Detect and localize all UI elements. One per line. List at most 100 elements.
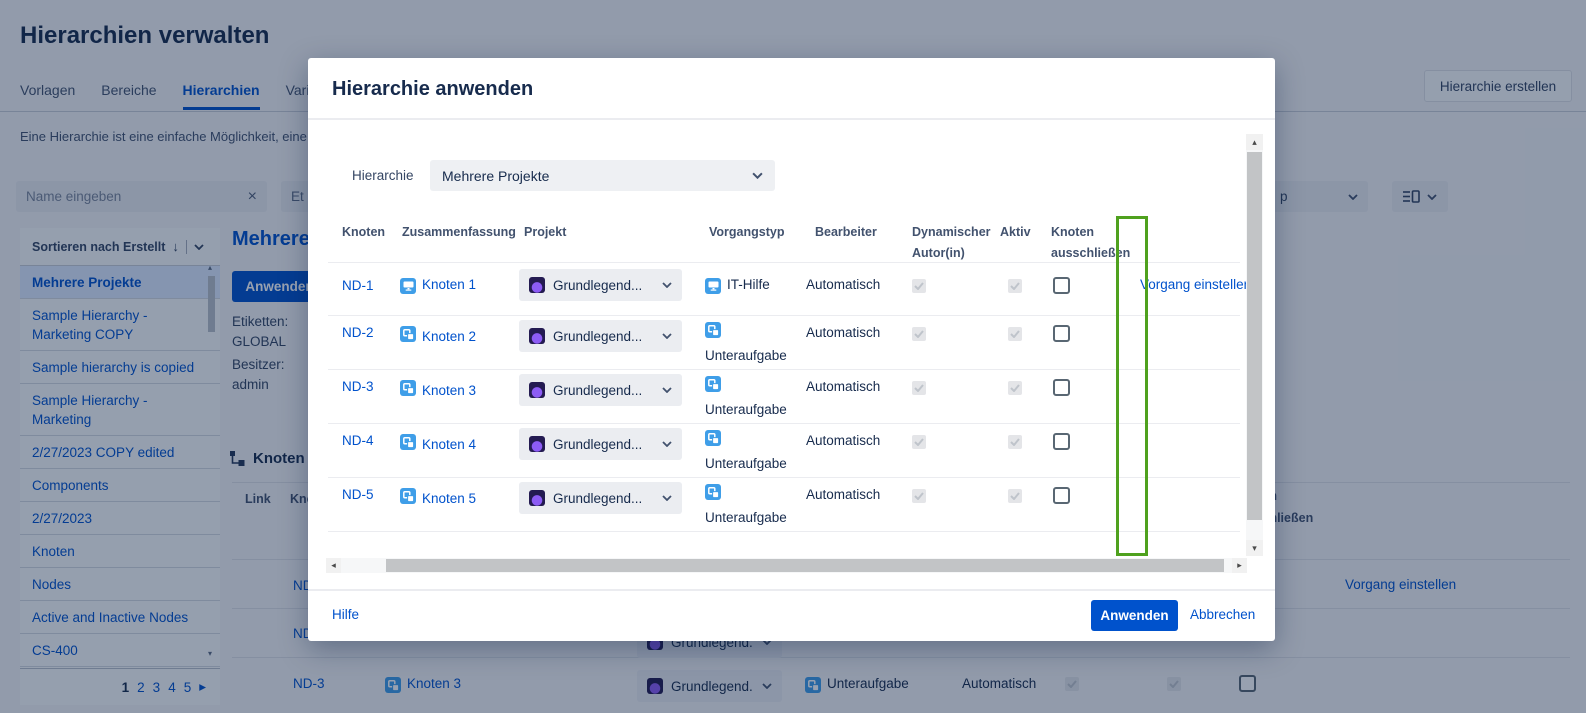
project-avatar [529,436,545,452]
issue-key-link[interactable]: ND-3 [342,379,374,394]
row-divider [328,315,1240,316]
summary-link[interactable]: Knoten 5 [422,487,480,511]
scroll-right-icon[interactable]: ▸ [1232,558,1247,573]
chevron-down-icon [662,333,672,339]
col-knoten-ausschliessen: Knoten ausschließen [1051,222,1137,264]
assignee-value: Automatisch [806,487,880,502]
it-help-icon [400,278,416,294]
summary-link[interactable]: Knoten 1 [422,277,476,292]
active-checkbox [1008,435,1022,449]
assignee-value: Automatisch [806,379,880,394]
project-dropdown[interactable]: Grundlegend... [519,428,682,460]
subtask-icon [705,430,721,446]
set-issue-link[interactable]: Vorgang einstellen [1140,277,1251,292]
col-knoten: Knoten [342,222,385,243]
row-divider [328,369,1240,370]
active-checkbox [1008,381,1022,395]
horizontal-scrollbar[interactable]: ◂ ▸ [326,558,1247,573]
dialog-header-divider [308,118,1275,120]
project-value: Grundlegend... [553,437,654,452]
issuetype-value: Unteraufgabe [705,510,787,525]
issuetype-value: Unteraufgabe [705,456,787,471]
dynamic-author-checkbox [912,279,926,293]
subtask-icon [705,484,721,500]
it-help-icon [705,278,721,294]
assignee-value: Automatisch [806,325,880,340]
subtask-icon [705,322,721,338]
horizontal-scrollbar-thumb[interactable] [386,559,1224,572]
cancel-button[interactable]: Abbrechen [1190,607,1255,622]
subtask-icon [400,326,416,342]
dynamic-author-checkbox [912,327,926,341]
assignee-value: Automatisch [806,277,880,292]
issue-key-link[interactable]: ND-1 [342,278,374,293]
project-avatar [529,328,545,344]
subtask-icon [400,380,416,396]
col-vorgangstyp: Vorgangstyp [709,222,784,243]
project-dropdown[interactable]: Grundlegend... [519,482,682,514]
subtask-icon [400,434,416,450]
subtask-icon [400,488,416,504]
row-divider [328,531,1240,532]
col-aktiv: Aktiv [1000,222,1031,243]
scroll-down-icon[interactable]: ▾ [1246,540,1263,556]
active-checkbox [1008,489,1022,503]
chevron-down-icon [752,172,763,179]
exclude-node-checkbox[interactable] [1053,277,1070,294]
summary-link[interactable]: Knoten 4 [422,433,480,457]
summary-link[interactable]: Knoten 2 [422,325,480,349]
row-divider [328,423,1240,424]
issuetype-value: Unteraufgabe [705,348,787,363]
apply-button[interactable]: Anwenden [1091,600,1178,631]
summary-link[interactable]: Knoten 3 [422,379,480,403]
assignee-value: Automatisch [806,433,880,448]
exclude-node-checkbox[interactable] [1053,325,1070,342]
scroll-left-icon[interactable]: ◂ [326,558,341,573]
project-value: Grundlegend... [553,329,654,344]
dynamic-author-checkbox [912,489,926,503]
dialog-footer-divider [308,589,1275,591]
issue-key-link[interactable]: ND-5 [342,487,374,502]
screen: Hierarchien verwalten Vorlagen Bereiche … [0,0,1586,713]
chevron-down-icon [662,495,672,501]
issuetype-value: Unteraufgabe [705,402,787,417]
scroll-up-icon[interactable]: ▴ [1246,134,1263,150]
col-projekt: Projekt [524,222,566,243]
apply-hierarchy-dialog: Hierarchie anwenden Hierarchie Mehrere P… [308,58,1275,641]
col-zusammenfassung: Zusammenfassung [402,222,516,243]
issuetype-value: IT-Hilfe [727,277,770,292]
help-link[interactable]: Hilfe [332,607,359,622]
row-divider [328,477,1240,478]
active-checkbox [1008,327,1022,341]
hierarchy-field-label: Hierarchie [352,168,414,183]
project-value: Grundlegend... [553,491,654,506]
issue-key-link[interactable]: ND-4 [342,433,374,448]
project-avatar [529,382,545,398]
exclude-node-checkbox[interactable] [1053,433,1070,450]
col-dynamischer-autor: Dynamischer Autor(in) [912,222,996,264]
project-value: Grundlegend... [553,383,654,398]
subtask-icon [705,376,721,392]
chevron-down-icon [662,387,672,393]
chevron-down-icon [662,441,672,447]
exclude-node-checkbox[interactable] [1053,487,1070,504]
project-avatar [529,490,545,506]
vertical-scrollbar[interactable]: ▴ ▾ [1246,134,1263,556]
dialog-title: Hierarchie anwenden [332,78,533,101]
vertical-scrollbar-thumb[interactable] [1247,152,1262,520]
project-dropdown[interactable]: Grundlegend... [519,320,682,352]
project-dropdown[interactable]: Grundlegend... [519,374,682,406]
dynamic-author-checkbox [912,435,926,449]
col-bearbeiter: Bearbeiter [815,222,877,243]
project-dropdown[interactable]: Grundlegend... [519,269,682,301]
issue-key-link[interactable]: ND-2 [342,325,374,340]
row-divider [328,262,1240,263]
dynamic-author-checkbox [912,381,926,395]
project-avatar [529,277,545,293]
active-checkbox [1008,279,1022,293]
hierarchy-select-value: Mehrere Projekte [442,168,752,184]
exclude-node-checkbox[interactable] [1053,379,1070,396]
hierarchy-select[interactable]: Mehrere Projekte [430,160,775,191]
chevron-down-icon [662,282,672,288]
project-value: Grundlegend... [553,278,654,293]
